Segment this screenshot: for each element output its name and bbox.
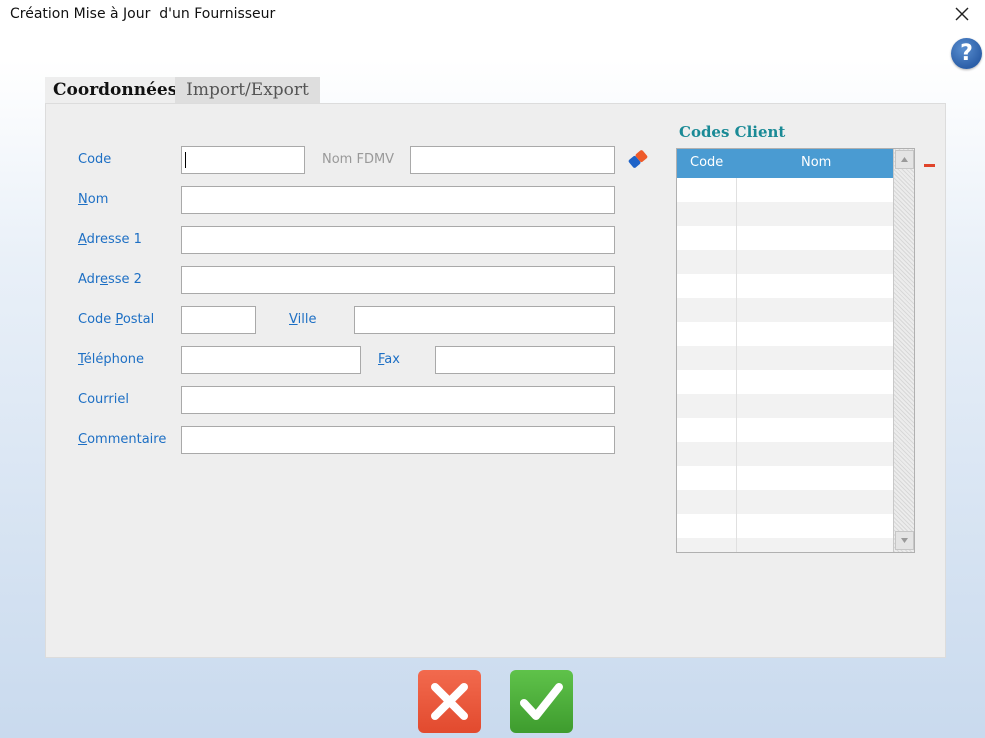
table-row[interactable] bbox=[677, 514, 893, 538]
table-row[interactable] bbox=[677, 274, 893, 298]
adresse1-label: Adresse 1 bbox=[78, 232, 142, 247]
table-row[interactable] bbox=[677, 250, 893, 274]
commentaire-label: Commentaire bbox=[78, 432, 167, 447]
table-row[interactable] bbox=[677, 490, 893, 514]
table-row[interactable] bbox=[677, 394, 893, 418]
scroll-down-button[interactable] bbox=[895, 531, 914, 550]
validate-button[interactable] bbox=[510, 670, 573, 733]
table-row[interactable] bbox=[677, 418, 893, 442]
adresse2-label: Adresse 2 bbox=[78, 272, 142, 287]
adresse2-input[interactable] bbox=[181, 266, 615, 294]
courriel-label: Courriel bbox=[78, 392, 129, 407]
table-row[interactable] bbox=[677, 442, 893, 466]
help-icon: ? bbox=[960, 41, 973, 66]
table-row[interactable] bbox=[677, 178, 893, 202]
remove-code-button[interactable] bbox=[924, 164, 935, 167]
close-button[interactable] bbox=[939, 0, 985, 30]
tab-coordonnees[interactable]: Coordonnées bbox=[45, 77, 177, 103]
table-row[interactable] bbox=[677, 466, 893, 490]
grid-header: Code Nom bbox=[677, 149, 893, 178]
ville-label: Ville bbox=[289, 312, 317, 327]
adresse1-input[interactable] bbox=[181, 226, 615, 254]
grid-scrollbar[interactable] bbox=[893, 149, 914, 552]
help-button[interactable]: ? bbox=[951, 38, 982, 69]
table-row[interactable] bbox=[677, 226, 893, 250]
telephone-input[interactable] bbox=[181, 346, 361, 374]
fax-input[interactable] bbox=[435, 346, 615, 374]
clear-code-button[interactable] bbox=[626, 148, 650, 174]
telephone-label: Téléphone bbox=[78, 352, 145, 367]
title-bar: Création Mise à Jour d'un Fournisseur bbox=[0, 0, 985, 32]
cross-icon bbox=[431, 683, 468, 720]
column-header-nom[interactable]: Nom bbox=[801, 155, 831, 170]
table-row[interactable] bbox=[677, 298, 893, 322]
column-header-code[interactable]: Code bbox=[690, 155, 723, 170]
table-row[interactable] bbox=[677, 202, 893, 226]
tab-import-export[interactable]: Import/Export bbox=[175, 77, 320, 103]
eraser-icon bbox=[628, 150, 648, 168]
code-postal-input[interactable] bbox=[181, 306, 256, 334]
table-row[interactable] bbox=[677, 538, 893, 552]
window-title: Création Mise à Jour d'un Fournisseur bbox=[10, 6, 276, 22]
code-postal-label: Code Postal bbox=[78, 312, 155, 327]
code-input[interactable] bbox=[181, 146, 305, 174]
close-icon bbox=[955, 7, 969, 21]
arrow-down-icon bbox=[901, 538, 908, 543]
table-row[interactable] bbox=[677, 370, 893, 394]
table-row[interactable] bbox=[677, 322, 893, 346]
commentaire-input[interactable] bbox=[181, 426, 615, 454]
code-label: Code bbox=[78, 152, 112, 167]
grid-rows bbox=[677, 178, 893, 552]
courriel-input[interactable] bbox=[181, 386, 615, 414]
nom-label: Nom bbox=[78, 192, 109, 207]
nom-input[interactable] bbox=[181, 186, 615, 214]
ville-input[interactable] bbox=[354, 306, 615, 334]
nom-fdmv-label: Nom FDMV bbox=[322, 152, 395, 167]
table-row[interactable] bbox=[677, 346, 893, 370]
nom-fdmv-input[interactable] bbox=[410, 146, 615, 174]
checkmark-icon bbox=[520, 683, 563, 720]
arrow-up-icon bbox=[901, 157, 908, 162]
codes-client-grid[interactable]: Code Nom bbox=[676, 148, 915, 553]
fax-label: Fax bbox=[378, 352, 400, 367]
cancel-button[interactable] bbox=[418, 670, 481, 733]
codes-client-title: Codes Client bbox=[679, 123, 786, 141]
scroll-up-button[interactable] bbox=[895, 150, 914, 169]
